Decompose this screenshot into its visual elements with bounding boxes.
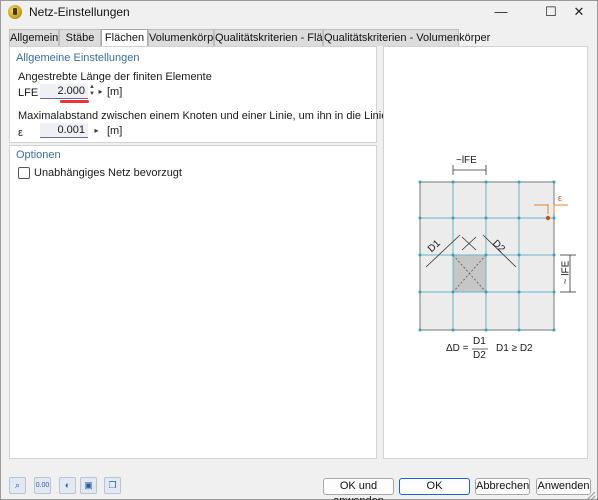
formula-lhs: ΔD =	[446, 343, 469, 354]
lfe-input[interactable]: 2.000	[40, 84, 88, 99]
units-icon[interactable]: 0.00	[34, 477, 51, 494]
lfe-spinner[interactable]: ▲ ▼	[88, 84, 96, 99]
apply-button[interactable]: Anwenden	[536, 478, 591, 495]
ok-button[interactable]: OK	[399, 478, 470, 495]
diagram-pane: ~lFE ε D1 D2 ~ lFE ΔD = D1 D2 D1 ≥ D2	[383, 46, 588, 459]
ok-apply-button[interactable]: OK und anwenden	[323, 478, 394, 500]
options-heading: Optionen	[16, 149, 61, 161]
lfe-side-label: ~ lFE	[560, 260, 572, 285]
general-settings-pane: Allgemeine Einstellungen Angestrebte Län…	[9, 46, 457, 143]
epsilon-unit: [m]	[107, 125, 123, 137]
search-icon[interactable]: ⌕	[9, 477, 26, 494]
minimize-button[interactable]: —	[483, 1, 519, 24]
bottom-bar: ⌕ 0.00 ◐ ▣ ❐ OK und anwenden OK Abbreche…	[1, 469, 597, 500]
lfe-top-label: ~lFE	[456, 155, 477, 166]
highlight-underline	[60, 100, 89, 103]
options-pane: Optionen Unabhängiges Netz bevorzugt	[9, 145, 377, 459]
cancel-button[interactable]: Abbrechen	[475, 478, 530, 495]
epsilon-diagram-label: ε	[558, 193, 563, 203]
display-icon[interactable]: ◐	[59, 477, 76, 494]
epsilon-input[interactable]: 0.001	[40, 123, 88, 138]
tab-staebe[interactable]: Stäbe	[59, 29, 101, 46]
copy-icon[interactable]: ❐	[104, 477, 121, 494]
general-settings-heading: Allgemeine Einstellungen	[16, 52, 140, 64]
tab-volumenkoerper[interactable]: Volumenkörper	[148, 29, 223, 46]
epsilon-symbol: ε	[18, 127, 23, 139]
tab-flaechen[interactable]: Flächen	[101, 29, 148, 47]
resize-grip[interactable]	[586, 489, 596, 500]
epsilon-dropdown-arrow[interactable]: ▸	[92, 123, 101, 138]
tab-qualitaet-volumenkoerper[interactable]: Qualitätskriterien - Volumenkörper	[323, 29, 490, 46]
lfe-dropdown-arrow[interactable]: ▸	[96, 84, 105, 99]
formula-condition: D1 ≥ D2	[496, 343, 533, 354]
formula-numerator: D1	[473, 336, 486, 347]
target-length-label: Angestrebte Länge der finiten Elemente	[18, 71, 212, 83]
dialog-window: Netz-Einstellungen — ☐ ✕ Allgemein Stäbe…	[0, 0, 598, 500]
tab-qualitaet-flaechen[interactable]: Qualitätskriterien - Flächen	[214, 29, 346, 46]
mesh-diagram	[418, 165, 576, 350]
independent-mesh-checkbox[interactable]	[18, 167, 30, 179]
lfe-symbol: LFE	[18, 87, 39, 99]
close-button[interactable]: ✕	[561, 1, 597, 24]
tab-allgemein[interactable]: Allgemein	[9, 29, 59, 46]
app-icon	[8, 5, 22, 19]
independent-mesh-label[interactable]: Unabhängiges Netz bevorzugt	[34, 167, 182, 179]
window-title: Netz-Einstellungen	[29, 5, 130, 19]
formula-denominator: D2	[473, 350, 486, 361]
lfe-unit: [m]	[107, 86, 123, 98]
save-icon[interactable]: ▣	[80, 477, 97, 494]
title-bar: Netz-Einstellungen — ☐ ✕	[1, 1, 597, 24]
